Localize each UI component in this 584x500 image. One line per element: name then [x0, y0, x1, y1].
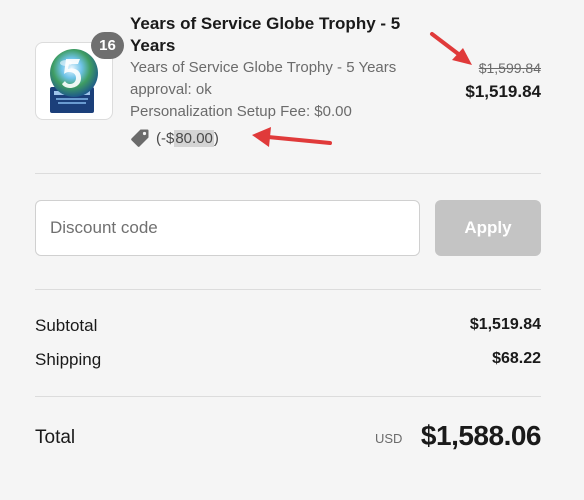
apply-button[interactable]: Apply	[435, 200, 541, 256]
total-value: $1,588.06	[420, 420, 542, 451]
shipping-value: $68.22	[492, 350, 541, 367]
discount-prefix: (-$	[156, 129, 175, 147]
product-variant: Years of Service Globe Trophy - 5 Years	[130, 59, 397, 76]
divider	[35, 396, 541, 397]
currency-code: USD	[375, 431, 403, 446]
product-title: Years of Service Globe Trophy - 5 Years	[130, 13, 430, 57]
product-setup-fee: Personalization Setup Fee: $0.00	[130, 103, 352, 120]
annotation-arrow-discount-icon	[252, 127, 332, 147]
discount-suffix: )	[213, 129, 219, 147]
product-title-line-2: Years	[130, 36, 176, 55]
quantity-badge: 16	[91, 32, 124, 59]
checkout-order-summary: 16 Years of Service Globe Trophy - 5 Yea…	[0, 0, 584, 500]
product-title-line-1: Years of Service Globe Trophy - 5	[130, 14, 401, 33]
tag-icon	[131, 129, 149, 147]
discount-line: (-$ 80.00)	[130, 126, 219, 150]
original-price: $1,599.84	[478, 60, 541, 76]
divider	[35, 173, 541, 174]
divider	[35, 289, 541, 290]
subtotal-label: Subtotal	[35, 316, 98, 335]
discount-amount: 80.00	[174, 129, 214, 147]
sale-price: $1,519.84	[465, 82, 541, 101]
subtotal-value: $1,519.84	[469, 316, 541, 333]
discount-code-input[interactable]	[35, 200, 420, 256]
total-label: Total	[35, 427, 76, 448]
product-approval: approval: ok	[130, 81, 212, 98]
shipping-label: Shipping	[35, 350, 102, 369]
